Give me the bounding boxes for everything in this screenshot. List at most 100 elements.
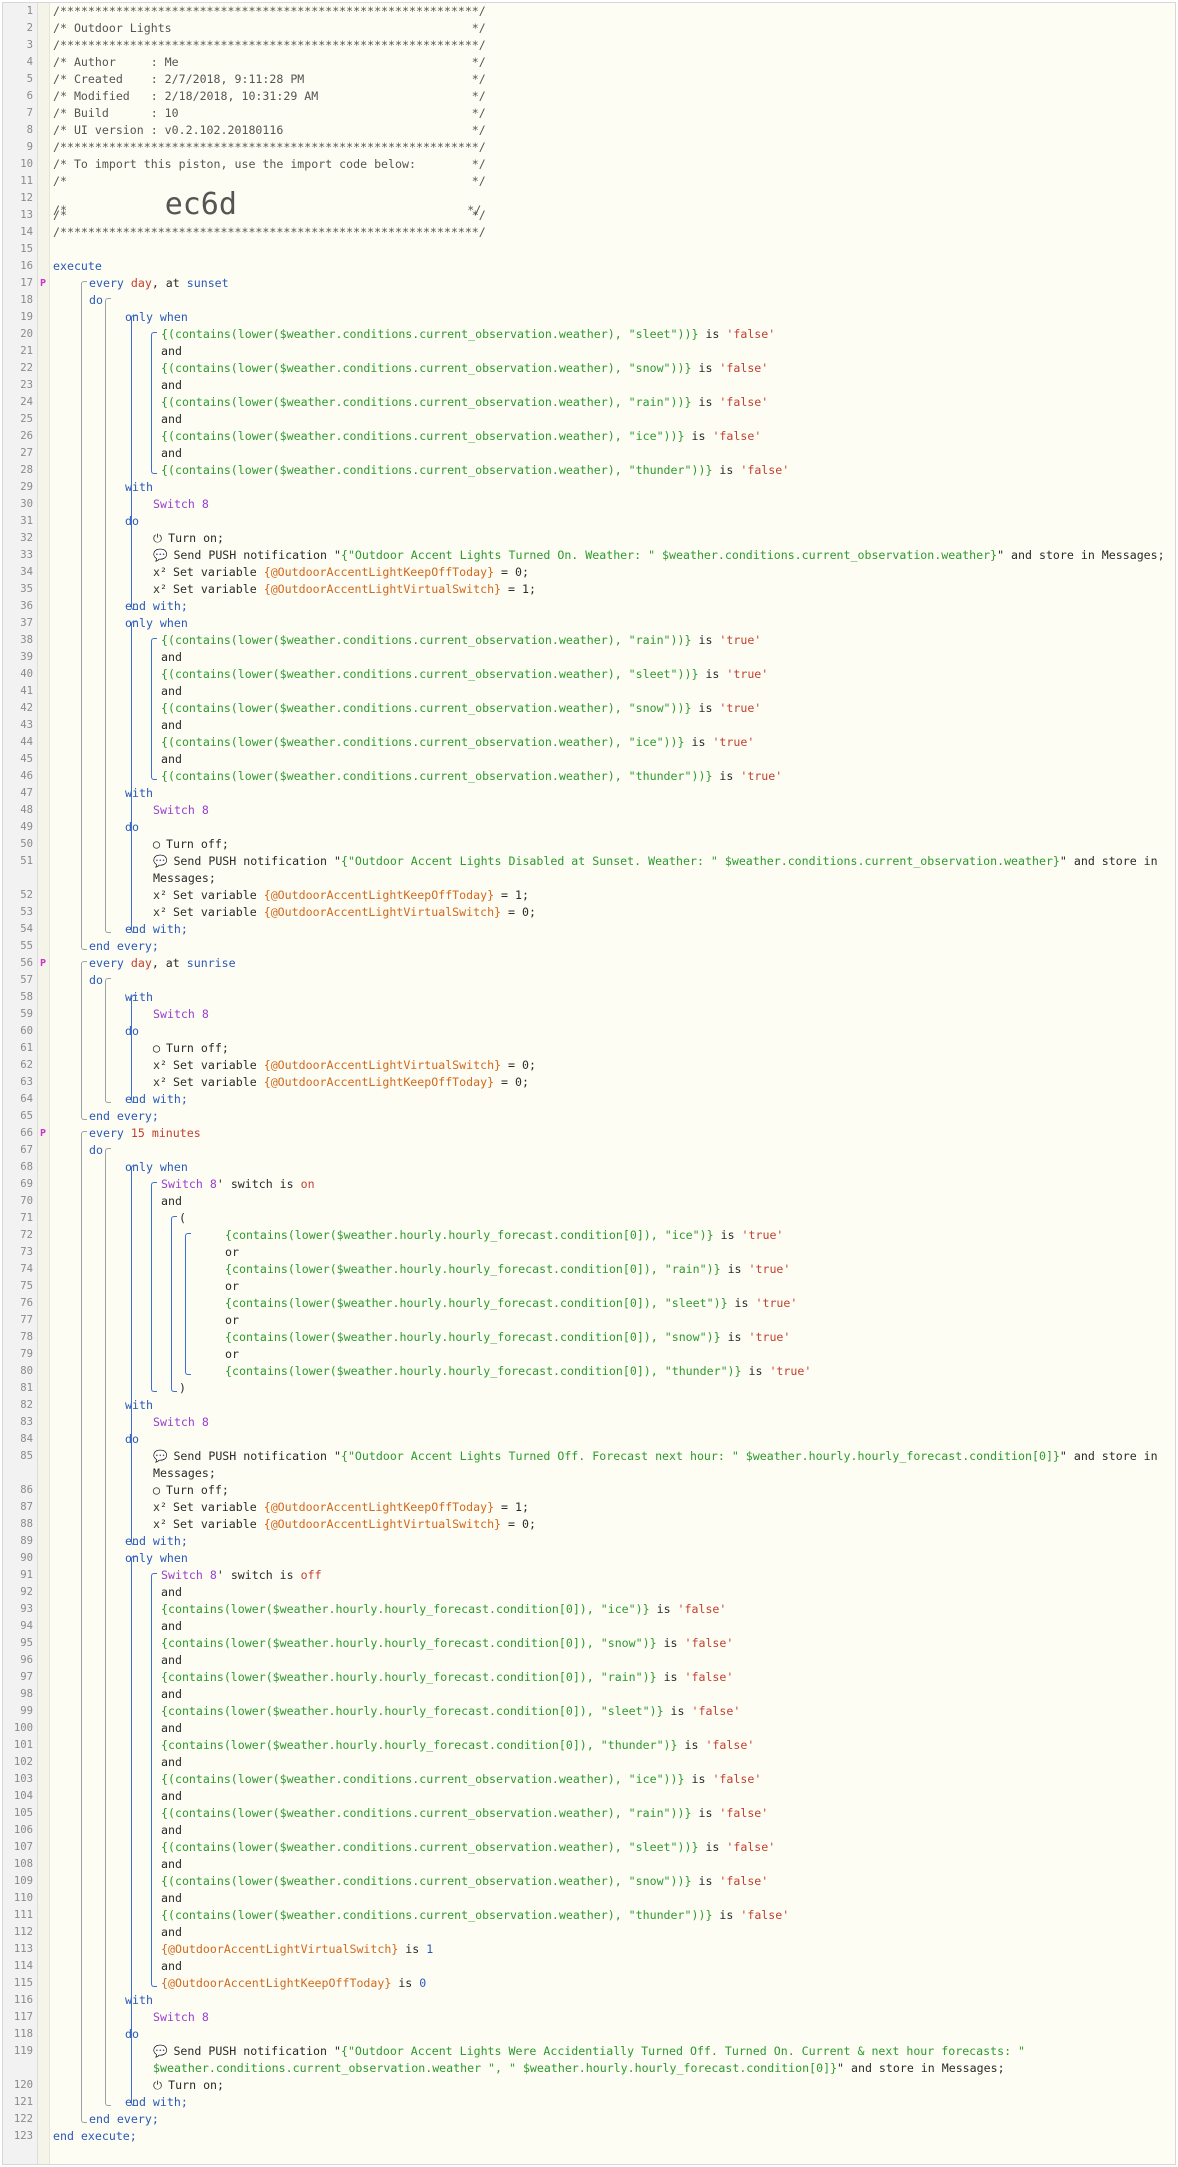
- code-token: and: [161, 1857, 182, 1871]
- code-token: = 1;: [501, 582, 536, 596]
- code-line: {(contains(lower($weather.conditions.cur…: [161, 462, 789, 479]
- code-token: or: [225, 1279, 239, 1293]
- line-number: 52: [20, 889, 33, 901]
- code-token: Switch 8: [153, 1415, 209, 1429]
- code-token: Switch 8: [153, 1007, 209, 1021]
- code-token: = 0;: [501, 1058, 536, 1072]
- line-number: 12: [20, 192, 33, 204]
- code-token: 15: [130, 1126, 152, 1140]
- line-number: 49: [20, 821, 33, 833]
- line-number: 59: [20, 1008, 33, 1020]
- code-line: {(contains(lower($weather.conditions.cur…: [161, 326, 775, 343]
- code-token: {(contains(lower($weather.conditions.cur…: [161, 361, 692, 375]
- code-token: is: [713, 1228, 742, 1242]
- code-token: {contains(lower($weather.hourly.hourly_f…: [225, 1330, 721, 1344]
- line-number: 55: [20, 940, 33, 952]
- code-line: 💬 Send PUSH notification "{"Outdoor Accen…: [153, 1448, 1158, 1465]
- statement-icon: 💬: [153, 854, 168, 868]
- line-number: 96: [20, 1654, 33, 1666]
- code-token: is: [720, 1330, 749, 1344]
- code-line: {contains(lower($weather.hourly.hourly_f…: [161, 1635, 733, 1652]
- line-number: 13: [20, 209, 33, 221]
- code-token: do: [89, 973, 103, 987]
- code-line: and: [161, 1890, 182, 1907]
- code-token: {@OutdoorAccentLightKeepOffToday}: [263, 1075, 495, 1089]
- code-line: /* Build : 10 */: [53, 105, 486, 122]
- line-number: 2: [26, 22, 33, 34]
- code-line: ): [179, 1380, 186, 1397]
- code-line: ⏻ Turn on;: [153, 2077, 224, 2094]
- code-line: or: [225, 1346, 239, 1363]
- code-token: /***************************************…: [53, 4, 486, 18]
- line-number: 78: [20, 1331, 33, 1343]
- code-line: 💬 Send PUSH notification "{"Outdoor Accen…: [153, 853, 1158, 870]
- block-bracket: [105, 298, 111, 933]
- code-token: 'false': [684, 1670, 734, 1684]
- code-line: (: [179, 1210, 186, 1227]
- code-line: or: [225, 1278, 239, 1295]
- code-token: and: [161, 1619, 182, 1633]
- code-token: 'false': [719, 1806, 769, 1820]
- statement-icon: x²: [153, 888, 167, 902]
- code-token: is: [272, 1177, 301, 1191]
- code-token: {(contains(lower($weather.conditions.cur…: [161, 1908, 713, 1922]
- code-line: 💬 Send PUSH notification "{"Outdoor Accen…: [153, 547, 1165, 564]
- code-token: and: [161, 412, 182, 426]
- code-line: and: [161, 1720, 182, 1737]
- statement-icon: 💬: [153, 2044, 168, 2058]
- block-bracket: [105, 978, 111, 1103]
- statement-icon: ⏻: [153, 531, 163, 545]
- code-token: = 1;: [494, 1500, 529, 1514]
- code-line: and: [161, 1788, 182, 1805]
- code-token: {(contains(lower($weather.conditions.cur…: [161, 1772, 685, 1786]
- code-token: 'false': [740, 463, 790, 477]
- code-token: {@OutdoorAccentLightVirtualSwitch}: [161, 1942, 399, 1956]
- code-line: and: [161, 751, 182, 768]
- code-line: or: [225, 1312, 239, 1329]
- line-number: 3: [26, 39, 33, 51]
- line-number: 17: [20, 277, 33, 289]
- code-token: is: [698, 1840, 727, 1854]
- code-token: end execute;: [53, 2129, 137, 2143]
- code-token: Set variable: [172, 582, 264, 596]
- line-number: 54: [20, 923, 33, 935]
- code-line: x² Set variable {@OutdoorAccentLightVirtu…: [153, 1057, 536, 1074]
- code-token: is: [691, 1874, 720, 1888]
- code-line: {contains(lower($weather.hourly.hourly_f…: [225, 1329, 790, 1346]
- line-number: 65: [20, 1110, 33, 1122]
- line-number: 34: [20, 566, 33, 578]
- code-token: " and store in Messages;: [997, 548, 1165, 562]
- code-token: {@OutdoorAccentLightVirtualSwitch}: [263, 1517, 502, 1531]
- line-number: 82: [20, 1399, 33, 1411]
- code-token: 'false': [712, 1772, 762, 1786]
- code-token: /***************************************…: [53, 140, 486, 154]
- trigger-pin-icon[interactable]: P: [38, 957, 48, 970]
- code-editor[interactable]: 1 2 3 4 5 6 7 8 9 10 11 12 13 14 15 16 17 18 19 20 21 22 23 24 2…: [2, 2, 1176, 2165]
- trigger-pin-icon[interactable]: P: [38, 277, 48, 290]
- code-token: or: [225, 1245, 239, 1259]
- code-token: is: [684, 429, 713, 443]
- line-number: 80: [20, 1365, 33, 1377]
- code-token: and: [161, 1925, 182, 1939]
- statement-icon: 💬: [153, 548, 168, 562]
- code-line: {(contains(lower($weather.conditions.cur…: [161, 734, 754, 751]
- code-token: and: [161, 1959, 182, 1973]
- code-line: with: [125, 785, 153, 802]
- trigger-pin-icon[interactable]: P: [38, 1127, 48, 1140]
- code-line: {(contains(lower($weather.conditions.cur…: [161, 1839, 775, 1856]
- code-line: /* ec6d */: [53, 190, 481, 220]
- code-line: {(contains(lower($weather.conditions.cur…: [161, 1907, 789, 1924]
- code-line: end every;: [89, 1108, 159, 1125]
- code-token: 'false': [712, 429, 762, 443]
- code-line: {(contains(lower($weather.conditions.cur…: [161, 394, 768, 411]
- line-number: 32: [20, 532, 33, 544]
- statement-icon: 💬: [153, 1449, 168, 1463]
- line-number: 61: [20, 1042, 33, 1054]
- code-token: 'true': [712, 735, 755, 749]
- code-line: /* Created : 2/7/2018, 9:11:28 PM */: [53, 71, 486, 88]
- code-token: is: [684, 735, 713, 749]
- code-token: {@OutdoorAccentLightKeepOffToday}: [263, 888, 495, 902]
- code-token: {"Outdoor Accent Lights Were Accidential…: [340, 2044, 1026, 2058]
- code-line: ⏻ Turn on;: [153, 530, 224, 547]
- code-token: is: [391, 1976, 420, 1990]
